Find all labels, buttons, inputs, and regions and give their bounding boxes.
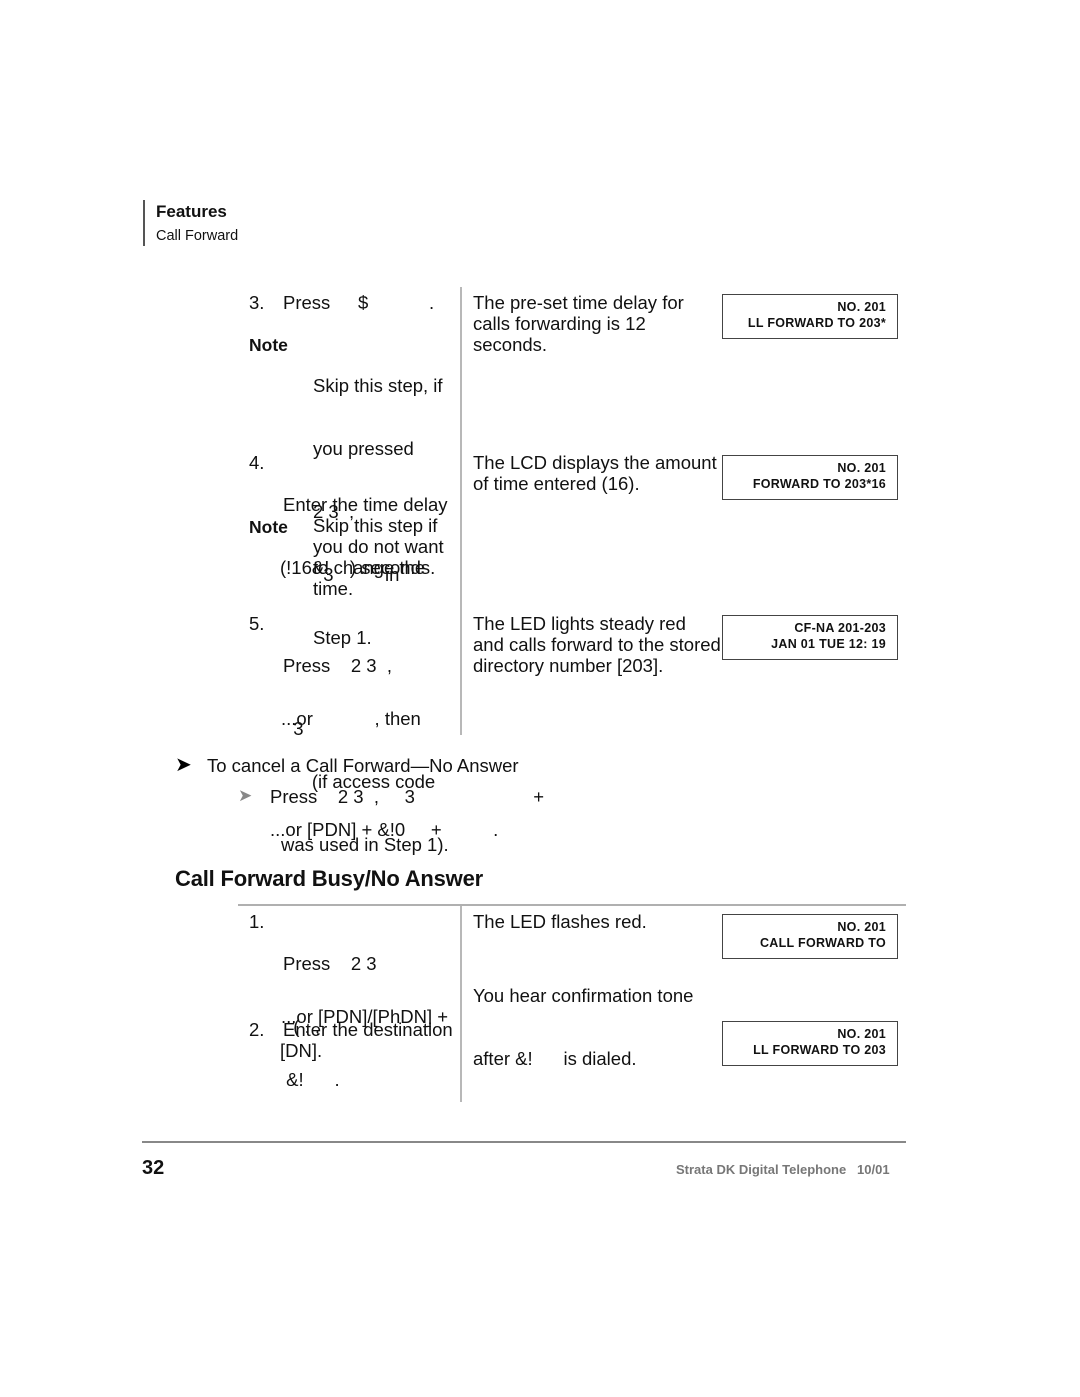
step-3-key: $ [358,292,369,313]
step-line: ...or , then [281,708,421,729]
cancel-heading: To cancel a Call Forward—No Answer [207,755,519,776]
step-5-number: 5. [249,613,265,634]
step-3-number: 3. [249,292,265,313]
lcd-line-1: NO. 201 [837,461,886,475]
lcd-display-step-3: NO. 201 LL FORWARD TO 203* [722,294,898,339]
lcd-line-2: FORWARD TO 203*16 [752,477,886,491]
arrow-right-icon: ➤ [238,786,253,805]
lcd-line-1: NO. 201 [837,1027,886,1041]
note-label: Note [249,335,288,355]
result-line: of time entered (16). [473,473,640,494]
step-line: &! . [281,1069,340,1090]
s2-step-2-number: 2. [249,1019,265,1040]
s2-step-1-result-1: The LED flashes red. [473,911,647,932]
cancel-press-line: Press 2 3 , 3 + [270,786,544,807]
lcd-line-1: CF-NA 201-203 [794,621,886,635]
subsection-label: Call Forward [156,228,239,244]
header-rule [143,200,145,246]
table-top-rule [238,904,906,906]
step-4-number: 4. [249,452,265,473]
note-label: Note [249,517,288,537]
cancel-or-line: ...or [PDN] + &!0 + . [270,819,499,840]
step-line: [DN]. [280,1040,323,1061]
lcd-line-2: LL FORWARD TO 203* [747,316,886,330]
lcd-line-1: NO. 201 [837,920,886,934]
lcd-display-step-5: CF-NA 201-203 JAN 01 TUE 12: 19 [722,615,898,660]
column-divider [460,287,462,735]
note-line: you do not want [313,536,444,557]
footer-rule [142,1141,906,1143]
section-title: Call Forward Busy/No Answer [175,866,483,891]
result-line: The pre-set time delay for [473,292,684,313]
arrow-right-icon: ➤ [175,754,192,776]
step-3-period: . [429,292,435,313]
lcd-display-step-4: NO. 201 FORWARD TO 203*16 [722,455,898,500]
lcd-line-2: CALL FORWARD TO [759,936,886,950]
lcd-display-s2-step-1: NO. 201 CALL FORWARD TO [722,914,898,959]
result-line: You hear confirmation tone [473,985,694,1006]
result-line: and calls forward to the stored [473,634,721,655]
result-line: directory number [203]. [473,655,664,676]
s2-step-1-number: 1. [249,911,265,932]
step-4-note: Skip this step if you do not want to cha… [313,515,444,599]
result-line: seconds. [473,334,548,355]
document-title: Strata DK Digital Telephone 10/01 [676,1162,890,1177]
section-label: Features [156,202,227,221]
result-line: The LED lights steady red [473,613,686,634]
lcd-line-1: NO. 201 [837,300,886,314]
result-line: calls forwarding is 12 [473,313,646,334]
note-line: time. [313,578,354,599]
step-5-result: The LED lights steady red and calls forw… [473,613,721,676]
step-line: Enter the time delay [283,494,448,515]
note-line: Skip this step, if [313,375,443,396]
lcd-line-2: LL FORWARD TO 203 [753,1043,886,1057]
s2-step-2-text: Enter the destination [DN]. [280,1019,453,1061]
step-3-result: The pre-set time delay for calls forward… [473,292,684,355]
s2-step-1-result-2: You hear confirmation tone after &! is d… [473,943,693,1090]
lcd-display-s2-step-2: NO. 201 LL FORWARD TO 203 [722,1021,898,1066]
note-line: Skip this step if [313,515,438,536]
column-divider [460,906,462,1102]
step-3-text: Press [283,292,331,313]
step-4-result: The LCD displays the amount of time ente… [473,452,717,494]
result-line: The LCD displays the amount [473,452,717,473]
step-line: Enter the destination [283,1019,453,1040]
lcd-line-2: JAN 01 TUE 12: 19 [771,637,886,651]
note-line: to change the [313,557,426,578]
page-number: 32 [142,1157,165,1179]
result-line: after &! is dialed. [473,1048,637,1069]
